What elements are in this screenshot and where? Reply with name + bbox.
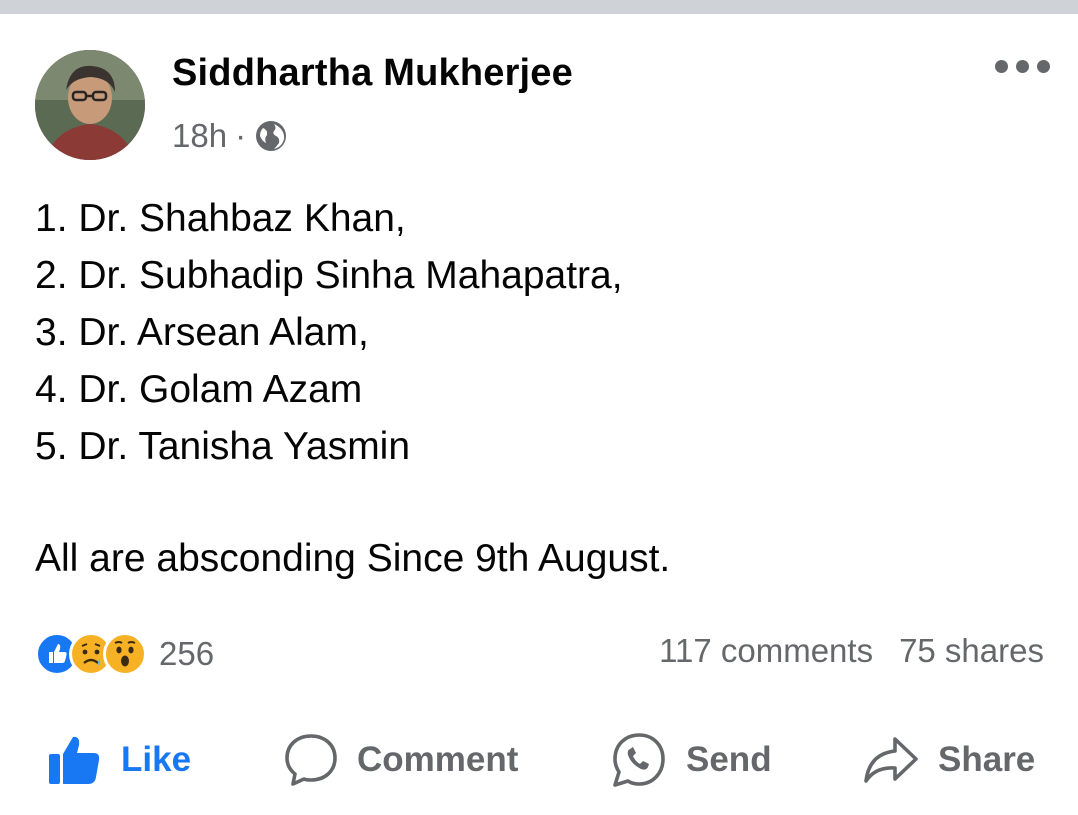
post-line: 4. Dr. Golam Azam [35, 368, 363, 411]
wow-reaction-icon [103, 632, 147, 676]
more-dot [1016, 60, 1029, 73]
comment-icon [283, 732, 339, 788]
send-button[interactable]: Send [610, 725, 772, 795]
comment-button[interactable]: Comment [283, 725, 518, 795]
send-icon [610, 731, 668, 789]
comments-count[interactable]: 117 comments [659, 632, 873, 670]
post-action-bar: Like Comment Send Share [0, 725, 1078, 795]
post-line: 3. Dr. Arsean Alam, [35, 311, 369, 354]
post-time[interactable]: 18h [172, 117, 227, 155]
post-footer-text: All are absconding Since 9th August. [35, 537, 671, 580]
avatar[interactable] [35, 50, 145, 160]
reaction-count: 256 [159, 635, 215, 672]
like-icon [47, 732, 103, 788]
post-body: 1. Dr. Shahbaz Khan, 2. Dr. Subhadip Sin… [35, 190, 623, 475]
more-options-button[interactable] [995, 60, 1050, 73]
like-label: Like [121, 740, 192, 779]
share-icon [862, 731, 920, 789]
reactions-summary[interactable]: 256 [35, 630, 214, 678]
like-button[interactable]: Like [47, 725, 191, 795]
more-dot [1037, 60, 1050, 73]
meta-separator: · [235, 117, 247, 154]
globe-icon [254, 119, 288, 153]
avatar-photo [35, 50, 145, 160]
post-line: 1. Dr. Shahbaz Khan, [35, 197, 406, 240]
comment-label: Comment [357, 740, 519, 779]
share-button[interactable]: Share [862, 725, 1035, 795]
author-name[interactable]: Siddhartha Mukherjee [172, 52, 573, 95]
post-line: 2. Dr. Subhadip Sinha Mahapatra, [35, 254, 623, 297]
send-label: Send [686, 740, 772, 779]
shares-count[interactable]: 75 shares [899, 632, 1044, 670]
top-divider [0, 0, 1078, 14]
post-meta: 18h · [172, 116, 288, 156]
more-dot [995, 60, 1008, 73]
share-label: Share [938, 740, 1036, 779]
engagement-stats: 117 comments 75 shares [659, 632, 1044, 670]
post-line: 5. Dr. Tanisha Yasmin [35, 425, 411, 468]
